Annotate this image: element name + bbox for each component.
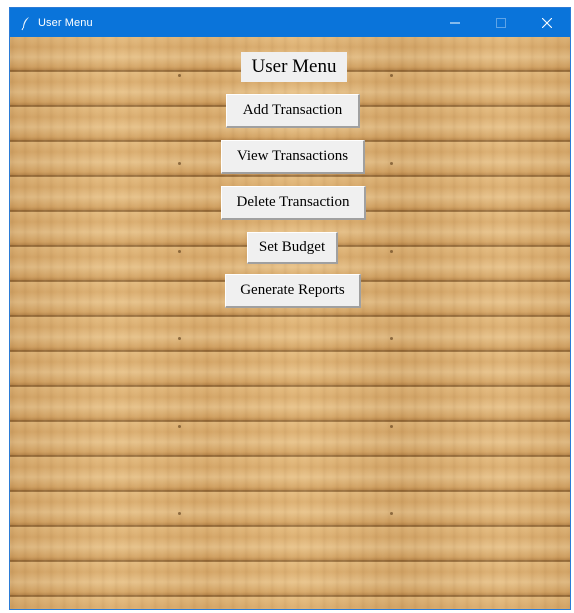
nail-decoration: [178, 337, 181, 340]
nail-decoration: [178, 512, 181, 515]
wood-background: User Menu Add Transaction View Transacti…: [10, 37, 570, 609]
nail-decoration: [390, 337, 393, 340]
minimize-button[interactable]: [432, 8, 478, 37]
nail-decoration: [178, 250, 181, 253]
app-window: User Menu User Menu Add Transaction View…: [9, 7, 571, 610]
nail-decoration: [178, 425, 181, 428]
maximize-icon: [496, 17, 506, 28]
delete-transaction-button[interactable]: Delete Transaction: [221, 186, 366, 220]
generate-reports-button[interactable]: Generate Reports: [225, 274, 361, 308]
window-title: User Menu: [38, 16, 93, 29]
nail-decoration: [390, 250, 393, 253]
minimize-icon: [450, 22, 460, 23]
menu-heading: User Menu: [241, 52, 347, 82]
add-transaction-button[interactable]: Add Transaction: [226, 94, 360, 128]
close-icon: [542, 17, 552, 28]
nail-decoration: [178, 74, 181, 77]
maximize-button[interactable]: [478, 8, 524, 37]
nail-decoration: [390, 162, 393, 165]
nail-decoration: [390, 425, 393, 428]
view-transactions-button[interactable]: View Transactions: [221, 140, 365, 174]
nail-decoration: [390, 512, 393, 515]
title-bar[interactable]: User Menu: [10, 8, 570, 37]
set-budget-button[interactable]: Set Budget: [247, 232, 338, 264]
nail-decoration: [178, 162, 181, 165]
close-button[interactable]: [524, 8, 570, 37]
nail-decoration: [390, 74, 393, 77]
feather-icon: [18, 15, 34, 31]
